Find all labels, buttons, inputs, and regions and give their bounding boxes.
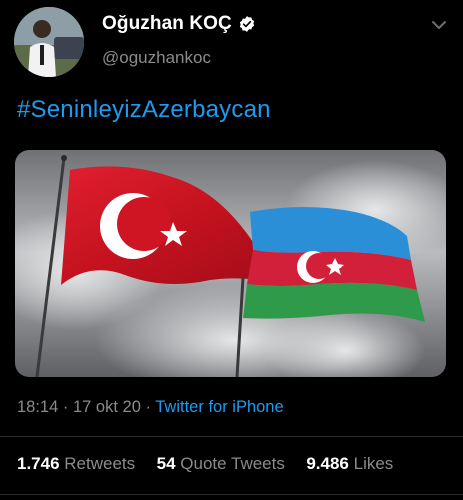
retweets-stat[interactable]: 1.746 Retweets xyxy=(17,454,140,473)
flags-image-icon xyxy=(15,150,446,377)
quotes-count: 54 xyxy=(156,454,176,473)
quotes-label: Quote Tweets xyxy=(180,454,285,473)
retweets-count: 1.746 xyxy=(17,454,60,473)
likes-label: Likes xyxy=(353,454,394,473)
tweet-source-link[interactable]: Twitter for iPhone xyxy=(155,398,283,416)
divider xyxy=(0,436,463,437)
verified-badge-icon xyxy=(238,15,256,33)
tweet-meta: 18:14 · 17 okt 20 · Twitter for iPhone xyxy=(17,398,284,417)
chevron-down-icon[interactable] xyxy=(430,16,448,34)
divider xyxy=(0,494,463,495)
likes-stat[interactable]: 9.486 Likes xyxy=(302,454,394,473)
retweets-label: Retweets xyxy=(64,454,136,473)
meta-separator: · xyxy=(62,398,69,416)
author-handle[interactable]: @oguzhankoc xyxy=(102,48,211,68)
avatar[interactable] xyxy=(14,7,84,77)
meta-separator: · xyxy=(145,398,151,416)
tweet-media-image[interactable] xyxy=(15,150,446,377)
likes-count: 9.486 xyxy=(306,454,349,473)
hashtag-link[interactable]: #SeninleyizAzerbaycan xyxy=(17,96,271,124)
tweet-header: Oğuzhan KOÇ @oguzhankoc xyxy=(0,0,463,90)
tweet-stats: 1.746 Retweets 54 Quote Tweets 9.486 Lik… xyxy=(17,454,393,474)
profile-photo-icon xyxy=(14,7,84,77)
quotes-stat[interactable]: 54 Quote Tweets xyxy=(152,454,290,473)
author-name-row: Oğuzhan KOÇ xyxy=(102,13,256,35)
tweet-date[interactable]: 17 okt 20 xyxy=(73,398,141,416)
tweet-time[interactable]: 18:14 xyxy=(17,398,58,416)
author-display-name[interactable]: Oğuzhan KOÇ xyxy=(102,13,232,35)
